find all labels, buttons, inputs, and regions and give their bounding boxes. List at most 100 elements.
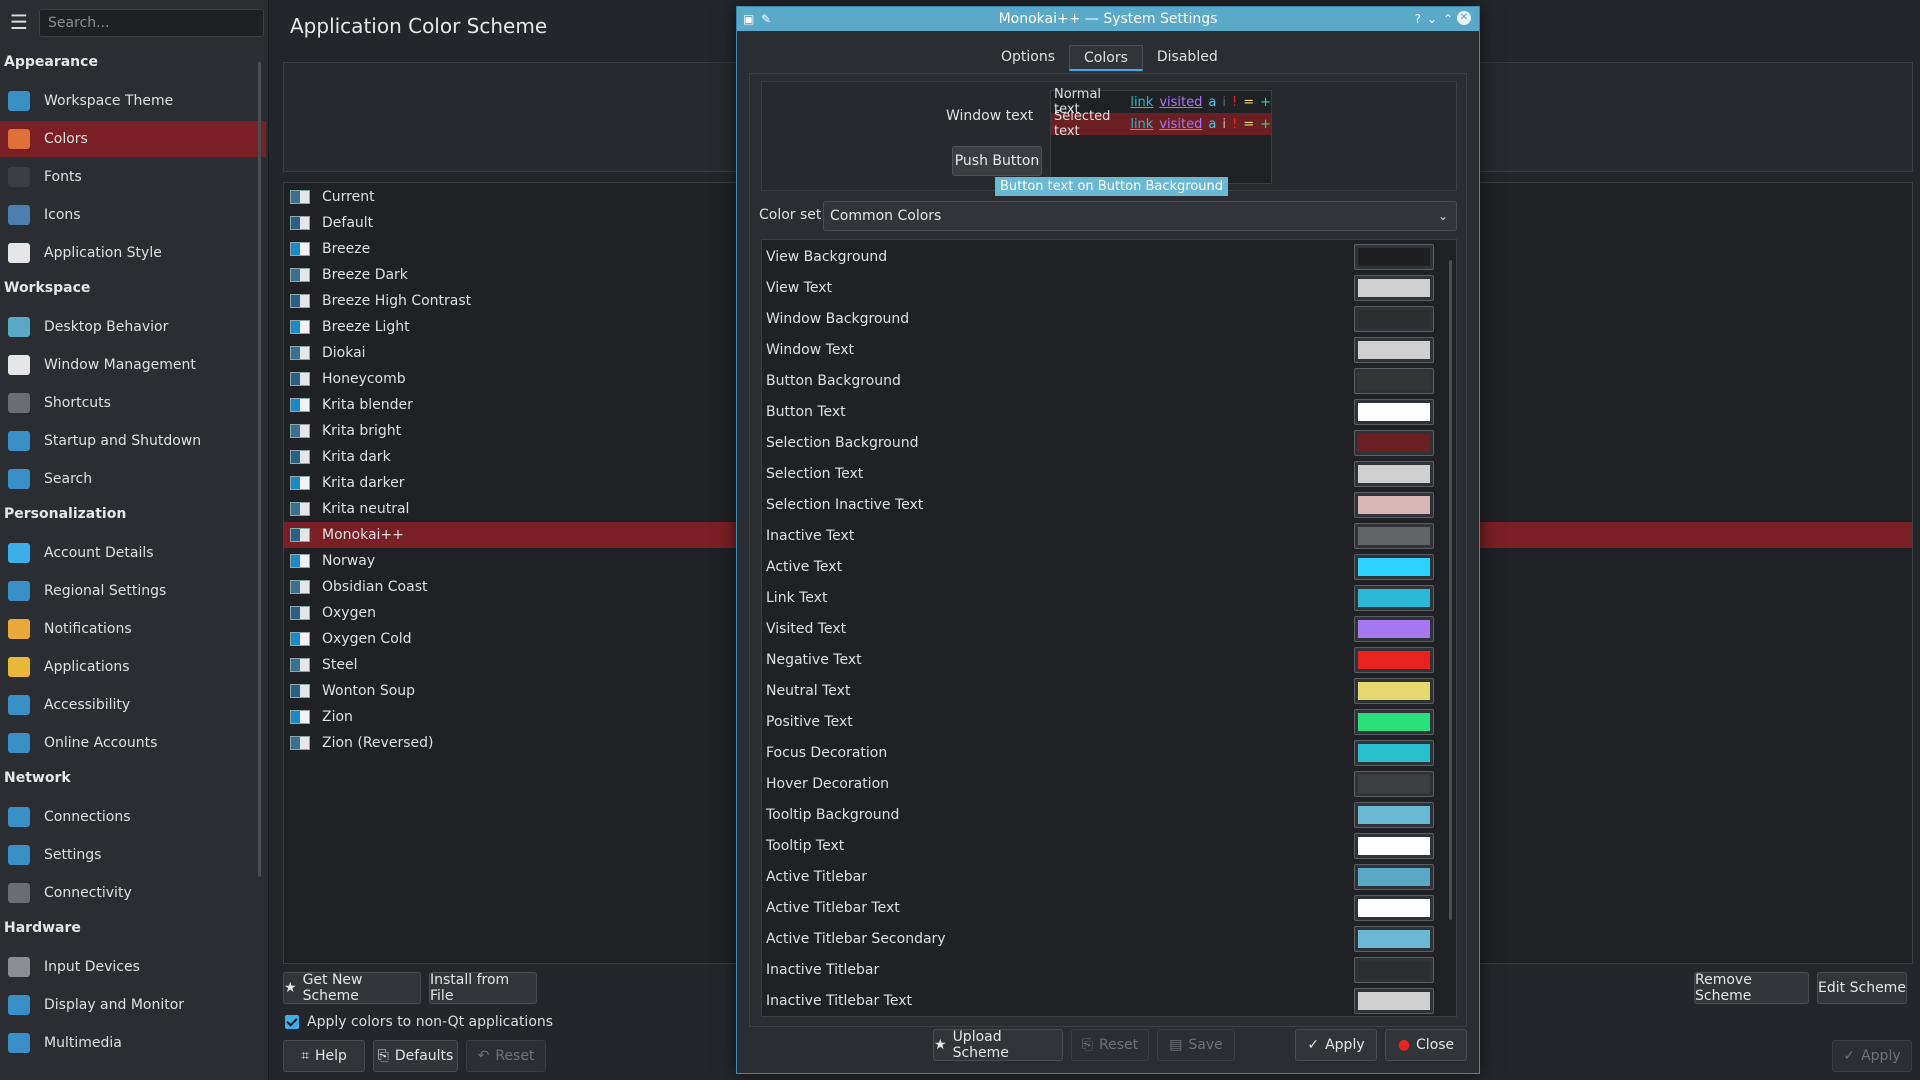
sidebar-item-connectivity[interactable]: Connectivity xyxy=(0,875,266,911)
sidebar-item-search[interactable]: Search xyxy=(0,461,266,497)
sidebar-section-appearance: Appearance xyxy=(4,54,98,70)
sidebar-item-workspace-theme[interactable]: Workspace Theme xyxy=(0,83,266,119)
sidebar-item-notifications[interactable]: Notifications xyxy=(0,611,266,647)
sidebar-item-window-management[interactable]: Window Management xyxy=(0,347,266,383)
color-role-name: Inactive Titlebar xyxy=(766,961,880,978)
color-swatch-button[interactable] xyxy=(1354,708,1434,735)
help-button[interactable]: ⌗ Help xyxy=(283,1040,365,1072)
dialog-close-button[interactable]: ● Close xyxy=(1385,1029,1467,1061)
chevron-down-icon[interactable]: ⌄ xyxy=(1427,11,1437,27)
color-swatch-fill xyxy=(1358,371,1430,390)
color-swatch-button[interactable] xyxy=(1354,491,1434,518)
search-input[interactable]: Search... xyxy=(39,9,264,37)
upload-scheme-button[interactable]: ★ Upload Scheme xyxy=(933,1029,1063,1061)
color-scheme-icon xyxy=(290,346,310,360)
color-scheme-icon xyxy=(290,632,310,646)
reset-button[interactable]: ↶ Reset xyxy=(466,1040,546,1072)
sidebar-topbar: ☰ Search... xyxy=(0,0,269,46)
color-swatch-button[interactable] xyxy=(1354,925,1434,952)
color-swatch-button[interactable] xyxy=(1354,398,1434,425)
color-swatch-button[interactable] xyxy=(1354,274,1434,301)
remove-scheme-button[interactable]: Remove Scheme xyxy=(1694,972,1809,1004)
sidebar-item-applications[interactable]: Applications xyxy=(0,649,266,685)
sidebar-item-settings[interactable]: Settings xyxy=(0,837,266,873)
sidebar-item-desktop-behavior[interactable]: Desktop Behavior xyxy=(0,309,266,345)
connections-icon xyxy=(8,807,30,827)
window-menu-icon[interactable]: ▣ xyxy=(743,11,754,27)
get-new-scheme-button[interactable]: ★ Get New Scheme xyxy=(283,972,421,1004)
tab-colors[interactable]: Colors xyxy=(1069,45,1143,71)
color-swatch-fill xyxy=(1358,402,1430,421)
sidebar-item-shortcuts[interactable]: Shortcuts xyxy=(0,385,266,421)
scheme-name: Breeze Dark xyxy=(322,267,408,283)
dialog-save-button[interactable]: ▤ Save xyxy=(1157,1029,1235,1061)
color-swatch-fill xyxy=(1358,991,1430,1010)
color-swatch-button[interactable] xyxy=(1354,987,1434,1014)
apply-button[interactable]: ✓ Apply xyxy=(1832,1040,1912,1072)
sidebar-item-regional-settings[interactable]: Regional Settings xyxy=(0,573,266,609)
sidebar-scrollbar[interactable] xyxy=(258,62,261,877)
apply-non-qt-checkbox[interactable]: Apply colors to non-Qt applications xyxy=(285,1014,553,1030)
install-from-file-button[interactable]: Install from File xyxy=(429,972,537,1004)
sidebar-item-label: Connectivity xyxy=(44,885,132,901)
color-swatch-button[interactable] xyxy=(1354,367,1434,394)
color-role-row: Selection Background xyxy=(762,427,1456,458)
sidebar-item-input-devices[interactable]: Input Devices xyxy=(0,949,266,985)
dialog-reset-button[interactable]: ⎘ Reset xyxy=(1071,1029,1149,1061)
color-role-name: Inactive Text xyxy=(766,527,855,544)
color-swatch-button[interactable] xyxy=(1354,522,1434,549)
color-swatch-button[interactable] xyxy=(1354,677,1434,704)
sidebar-item-accessibility[interactable]: Accessibility xyxy=(0,687,266,723)
sidebar-section-hardware: Hardware xyxy=(4,920,81,936)
dialog-titlebar[interactable]: ▣ ✎ Monokai++ — System Settings ? ⌄ ⌃ ✕ xyxy=(737,7,1479,31)
color-swatch-button[interactable] xyxy=(1354,553,1434,580)
color-swatch-button[interactable] xyxy=(1354,832,1434,859)
color-swatch-button[interactable] xyxy=(1354,956,1434,983)
sidebar-item-colors[interactable]: Colors xyxy=(0,121,266,157)
color-swatch-button[interactable] xyxy=(1354,243,1434,270)
color-swatch-button[interactable] xyxy=(1354,739,1434,766)
help-icon[interactable]: ? xyxy=(1415,11,1421,27)
hamburger-menu-icon[interactable]: ☰ xyxy=(10,12,30,32)
color-set-select[interactable]: Common Colors ⌄ xyxy=(823,201,1457,231)
close-icon[interactable]: ✕ xyxy=(1457,11,1471,25)
preview-push-button[interactable]: Push Button xyxy=(952,146,1042,176)
edit-scheme-button[interactable]: Edit Scheme xyxy=(1817,972,1907,1004)
color-swatch-button[interactable] xyxy=(1354,429,1434,456)
sidebar-item-label: Display and Monitor xyxy=(44,997,185,1013)
color-swatch-button[interactable] xyxy=(1354,460,1434,487)
regional-settings-icon xyxy=(8,581,30,601)
color-swatch-button[interactable] xyxy=(1354,894,1434,921)
checkmark-icon: ✓ xyxy=(1843,1048,1856,1064)
color-swatch-button[interactable] xyxy=(1354,305,1434,332)
color-table[interactable]: View Background View Text Window Backgroun… xyxy=(761,239,1457,1017)
color-swatch-button[interactable] xyxy=(1354,584,1434,611)
sidebar-item-connections[interactable]: Connections xyxy=(0,799,266,835)
defaults-button[interactable]: ⎘ Defaults xyxy=(373,1040,458,1072)
icons-icon xyxy=(8,205,30,225)
color-swatch-button[interactable] xyxy=(1354,646,1434,673)
dialog-apply-button[interactable]: ✓ Apply xyxy=(1295,1029,1377,1061)
tab-disabled[interactable]: Disabled xyxy=(1143,45,1232,71)
pin-icon[interactable]: ✎ xyxy=(761,11,771,27)
sidebar-item-online-accounts[interactable]: Online Accounts xyxy=(0,725,266,761)
color-role-row: Button Text xyxy=(762,396,1456,427)
checkbox-checked-icon[interactable] xyxy=(285,1015,299,1029)
color-swatch-button[interactable] xyxy=(1354,336,1434,363)
scheme-name: Breeze High Contrast xyxy=(322,293,472,309)
sidebar-item-application-style[interactable]: Application Style xyxy=(0,235,266,271)
sidebar-item-icons[interactable]: Icons xyxy=(0,197,266,233)
sidebar-item-display-and-monitor[interactable]: Display and Monitor xyxy=(0,987,266,1023)
color-role-row: Tooltip Background xyxy=(762,799,1456,830)
color-swatch-fill xyxy=(1358,588,1430,607)
color-swatch-button[interactable] xyxy=(1354,770,1434,797)
color-swatch-button[interactable] xyxy=(1354,615,1434,642)
sidebar-item-fonts[interactable]: Fonts xyxy=(0,159,266,195)
tab-options[interactable]: Options xyxy=(987,45,1069,71)
color-swatch-button[interactable] xyxy=(1354,863,1434,890)
chevron-up-icon[interactable]: ⌃ xyxy=(1443,11,1453,27)
sidebar-item-multimedia[interactable]: Multimedia xyxy=(0,1025,266,1061)
sidebar-item-startup-and-shutdown[interactable]: Startup and Shutdown xyxy=(0,423,266,459)
color-swatch-button[interactable] xyxy=(1354,801,1434,828)
sidebar-item-account-details[interactable]: Account Details xyxy=(0,535,266,571)
